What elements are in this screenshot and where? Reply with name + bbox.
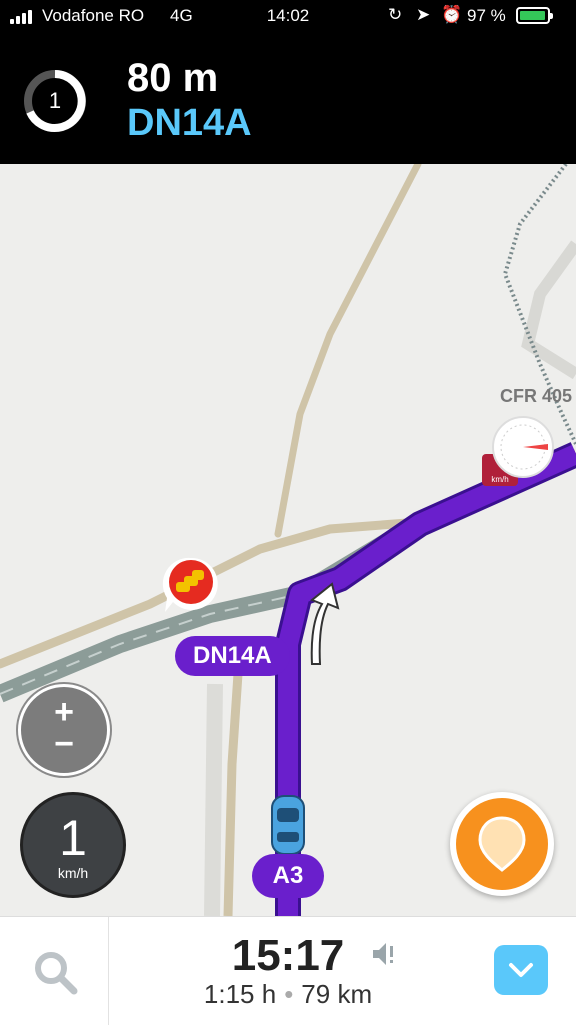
speed-camera-icon[interactable] — [490, 414, 556, 480]
speedometer: 1 km/h — [20, 792, 126, 898]
sound-alert-icon[interactable] — [370, 939, 400, 969]
route-label-current: A3 — [252, 854, 324, 898]
navigation-instruction[interactable]: 1 80 m DN14A — [0, 32, 576, 164]
current-speed: 1 — [59, 810, 87, 866]
rotation-lock-icon: ↻ — [388, 5, 403, 24]
status-bar: Vodafone RO 4G 14:02 ↻ ➤ ⏰ 97 % — [0, 0, 576, 32]
route-label-next: DN14A — [175, 636, 290, 676]
trip-distance: 79 km — [301, 979, 373, 1009]
expand-menu-button[interactable] — [494, 945, 548, 995]
separator: • — [284, 979, 294, 1009]
distance-to-turn: 80 m — [127, 56, 219, 100]
alarm-icon: ⏰ — [441, 5, 463, 24]
car-position-icon — [271, 795, 305, 855]
battery-percent: 97 % — [467, 6, 506, 25]
traffic-jam-icon[interactable] — [160, 554, 222, 616]
turn-arrow-icon — [310, 582, 340, 665]
map-view[interactable]: CFR 405 km/h DN14A A3 + − 1 km/h — [0, 164, 576, 916]
arrival-time: 15:17 — [231, 931, 345, 980]
next-street-name: DN14A — [127, 102, 252, 144]
turn-exit-number: 1 — [48, 88, 62, 113]
report-button[interactable] — [450, 792, 554, 896]
trip-duration: 1:15 h — [203, 979, 277, 1009]
report-pin-icon — [478, 816, 526, 872]
zoom-out-button[interactable]: − — [21, 727, 107, 761]
zoom-in-button[interactable]: + — [21, 695, 107, 729]
chevron-down-icon — [509, 963, 533, 977]
battery-icon — [516, 7, 553, 24]
speed-unit: km/h — [57, 865, 89, 881]
location-arrow-icon: ➤ — [416, 5, 431, 24]
trip-summary-bar: 15:17 1:15 h • 79 km — [0, 916, 576, 1025]
trip-details: 1:15 h • 79 km — [0, 979, 576, 1010]
place-label: CFR 405 — [500, 386, 573, 406]
zoom-control[interactable]: + − — [18, 684, 110, 776]
